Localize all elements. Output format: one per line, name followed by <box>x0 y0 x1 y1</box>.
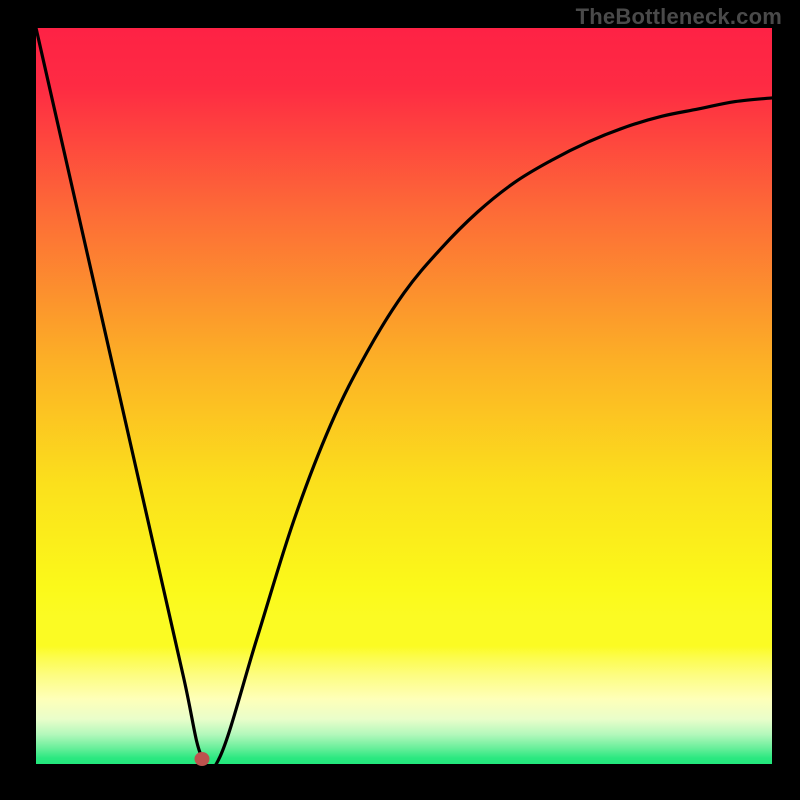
curve-path <box>36 28 772 764</box>
plot-area <box>36 28 772 764</box>
bottleneck-curve <box>36 28 772 764</box>
watermark-text: TheBottleneck.com <box>576 4 782 30</box>
marker-dot <box>194 752 209 766</box>
chart-frame: TheBottleneck.com <box>0 0 800 800</box>
